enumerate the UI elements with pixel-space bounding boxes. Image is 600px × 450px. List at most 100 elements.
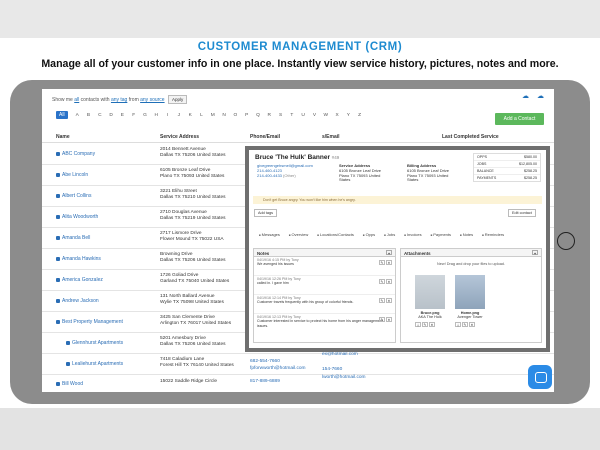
alpha-letter[interactable]: J [173, 113, 184, 118]
stat-value: $12,805.00 [519, 162, 537, 166]
contact-name[interactable]: Bill Wood [62, 381, 83, 387]
apply-button[interactable]: Apply [167, 95, 188, 104]
alpha-letter[interactable]: U [298, 113, 309, 118]
download-icon[interactable]: ⤓ [455, 322, 461, 327]
building-icon [56, 152, 60, 156]
tab-locations[interactable]: Locations/Contacts [317, 232, 354, 237]
col-phone-email[interactable]: Phone/Email [250, 134, 280, 140]
alpha-letter[interactable]: W [320, 113, 331, 118]
contact-name[interactable]: Abe Lincoln [62, 172, 88, 178]
tab-notes[interactable]: Notes [460, 232, 473, 237]
tab-overview[interactable]: Overview [289, 232, 309, 237]
delete-x-icon[interactable]: ✕ [386, 260, 392, 265]
add-note-button[interactable]: + [386, 250, 392, 256]
alpha-letter[interactable]: P [241, 113, 252, 118]
alpha-letter[interactable]: O [230, 113, 241, 118]
tab-jobs[interactable]: Jobs [384, 232, 395, 237]
contact-name[interactable]: Andrew Jackson [62, 298, 99, 304]
person-icon [56, 173, 60, 177]
phone-link[interactable]: 682-554-7660 [250, 359, 280, 364]
alpha-letter[interactable]: F [128, 113, 139, 118]
alpha-letter[interactable]: H [151, 113, 162, 118]
stat-value: $258.25 [524, 176, 537, 180]
alphabet-filter: All A B C D E F G H I J K L M N O P Q R … [56, 111, 365, 119]
tab-invoices[interactable]: Invoices [404, 232, 422, 237]
col-name[interactable]: Name [56, 134, 70, 140]
alpha-letter[interactable]: B [83, 113, 94, 118]
edit-pencil-icon[interactable]: ✎ [462, 322, 468, 327]
contact-name[interactable]: Alita Woodworth [62, 214, 98, 220]
tab-opps[interactable]: Opps [363, 232, 376, 237]
contact-name[interactable]: Best Property Management [62, 319, 123, 325]
alpha-all-button[interactable]: All [56, 111, 68, 119]
delete-x-icon[interactable]: ✕ [429, 322, 435, 327]
tab-payments[interactable]: Payments [431, 232, 451, 237]
alpha-letter[interactable]: X [331, 113, 342, 118]
col-email[interactable]: s/Email [322, 134, 340, 140]
alpha-letter[interactable]: N [218, 113, 229, 118]
table-row[interactable]: Bill Wood 15022 Saddle Ridge Circle [42, 375, 554, 392]
alpha-letter[interactable]: Q [252, 113, 263, 118]
note-item: 04/19/16 4:15 PM by Tony We avenged his … [254, 257, 395, 276]
col-service-address[interactable]: Service Address [160, 134, 199, 140]
alpha-letter[interactable]: A [72, 113, 83, 118]
add-tags-button[interactable]: Add tags [254, 209, 277, 217]
alpha-letter[interactable]: R [264, 113, 275, 118]
phone-link[interactable]: 154-7660 [322, 367, 342, 372]
attachments-panel[interactable]: Attachments + New! Drag and drop your fi… [400, 248, 542, 343]
edit-pencil-icon[interactable]: ✎ [379, 279, 385, 284]
contact-name[interactable]: Amanda Bell [62, 235, 90, 241]
cloud-upload-icon[interactable]: ☁ [522, 93, 531, 100]
email-link[interactable]: fpforwworth@hotmail.com [250, 366, 306, 371]
contact-name[interactable]: Albert Collins [62, 193, 91, 199]
phone-link[interactable]: 214-400-4433 [257, 173, 282, 178]
table-header: Name Service Address Phone/Email s/Email… [42, 133, 554, 143]
alpha-letter[interactable]: S [275, 113, 286, 118]
email-link[interactable]: lworth@hotmail.com [322, 375, 366, 380]
person-icon [56, 236, 60, 240]
tab-messages[interactable]: Messages [259, 232, 280, 237]
alpha-letter[interactable]: T [286, 113, 297, 118]
add-contact-button[interactable]: Add a Contact [495, 113, 544, 125]
edit-pencil-icon[interactable]: ✎ [379, 298, 385, 303]
tab-reminders[interactable]: Reminders [482, 232, 504, 237]
edit-pencil-icon[interactable]: ✎ [422, 322, 428, 327]
delete-x-icon[interactable]: ✕ [386, 298, 392, 303]
edit-contact-button[interactable]: Edit contact [508, 209, 536, 217]
alpha-letter[interactable]: V [309, 113, 320, 118]
filter-source-link[interactable]: any source [140, 97, 164, 103]
alpha-letter[interactable]: Z [354, 113, 365, 118]
alpha-letter[interactable]: L [196, 113, 207, 118]
email-link[interactable]: ex@hotmail.com [322, 352, 358, 357]
alpha-letter[interactable]: M [207, 113, 218, 118]
alpha-letter[interactable]: D [105, 113, 116, 118]
alpha-letter[interactable]: Y [343, 113, 354, 118]
filter-tag-link[interactable]: any tag [111, 97, 127, 103]
alpha-letter[interactable]: K [185, 113, 196, 118]
edit-pencil-icon[interactable]: ✎ [379, 317, 385, 322]
delete-x-icon[interactable]: ✕ [469, 322, 475, 327]
edit-pencil-icon[interactable]: ✎ [379, 260, 385, 265]
delete-x-icon[interactable]: ✕ [386, 317, 392, 322]
contact-name[interactable]: Glennhurst Apartments [72, 340, 123, 346]
delete-x-icon[interactable]: ✕ [386, 279, 392, 284]
download-icon[interactable]: ⤓ [415, 322, 421, 327]
cloud-download-icon[interactable]: ☁ [537, 93, 546, 100]
alpha-letter[interactable]: E [117, 113, 128, 118]
phone-link[interactable]: 817-889-6889 [250, 379, 280, 384]
contact-detail-overlay: Bruce 'The Hulk' Banner #49 givegreengeh… [245, 146, 550, 352]
alpha-letter[interactable]: I [162, 113, 173, 118]
contact-name[interactable]: Amanda Hawkins [62, 256, 101, 262]
contact-name[interactable]: Lealiehurst Apartments [72, 361, 123, 367]
alpha-letter[interactable]: G [139, 113, 150, 118]
alpha-letter[interactable]: C [94, 113, 105, 118]
col-last-completed[interactable]: Last Completed Service [442, 134, 499, 140]
chat-bubble-icon[interactable] [528, 365, 552, 389]
add-attachment-button[interactable]: + [532, 250, 538, 256]
attachment-thumbnail[interactable] [455, 275, 485, 309]
contact-name[interactable]: America Gonzalez [62, 277, 103, 283]
filter-all-link[interactable]: all [74, 97, 79, 103]
table-row[interactable]: Lealiehurst Apartments 7418 Caladium Lan… [42, 354, 554, 375]
attachment-thumbnail[interactable] [415, 275, 445, 309]
contact-name[interactable]: ABC Company [62, 151, 95, 157]
